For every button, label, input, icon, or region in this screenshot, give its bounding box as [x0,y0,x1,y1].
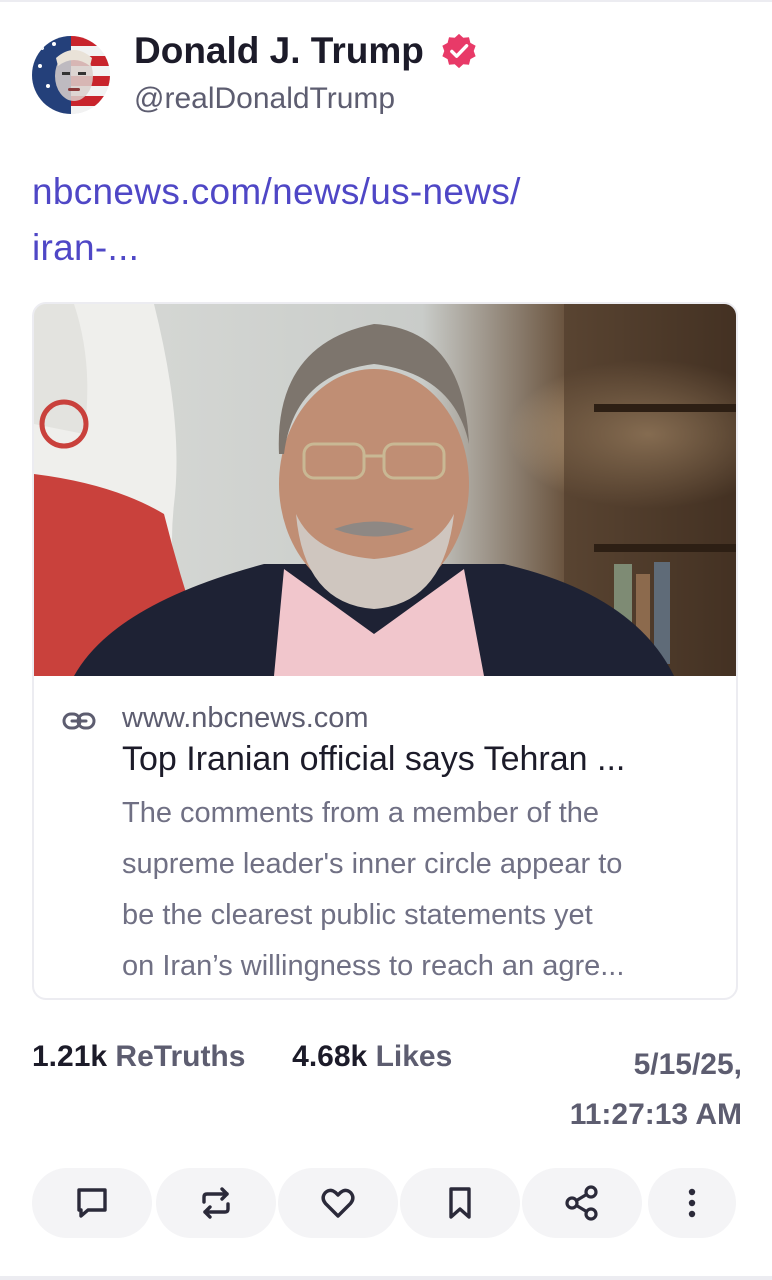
card-description-line: supreme leader's inner circle appear to [122,848,623,880]
card-description-line: on Iran’s willingness to reach an agre..… [122,950,625,982]
more-options-button[interactable] [648,1168,736,1238]
link-preview-card[interactable]: www.nbcnews.com Top Iranian official say… [32,302,738,1000]
post-link[interactable]: nbcnews.com/news/us-news/ iran-... [32,164,732,276]
post-link-line[interactable]: nbcnews.com/news/us-news/ [32,164,732,220]
verified-badge-icon [440,32,478,70]
card-description-line: The comments from a member of the [122,797,600,829]
timestamp-date: 5/15/25, [633,1048,742,1081]
author-handle[interactable]: @realDonaldTrump [134,82,395,116]
card-description: The comments from a member of the suprem… [122,788,718,992]
retruths-label[interactable]: ReTruths [115,1040,245,1073]
bookmark-icon [449,1187,471,1219]
author-display-name[interactable]: Donald J. Trump [134,30,424,72]
avatar-image [32,36,110,114]
heart-icon [321,1188,355,1218]
card-title: Top Iranian official says Tehran ... [122,740,626,778]
avatar[interactable] [32,36,110,114]
post-stats: 1.21k ReTruths 4.68k Likes [32,1040,452,1074]
retruths-count[interactable]: 1.21k [32,1040,107,1073]
like-button[interactable] [278,1168,398,1238]
bottom-divider [0,1276,772,1280]
likes-count[interactable]: 4.68k [292,1040,367,1073]
timestamp-time: 11:27:13 AM [569,1098,742,1131]
post-link-line[interactable]: iran-... [32,220,732,276]
more-vertical-icon [688,1188,696,1218]
article-thumbnail [34,304,736,676]
likes-label[interactable]: Likes [376,1040,453,1073]
reply-button[interactable] [32,1168,152,1238]
bookmark-button[interactable] [400,1168,520,1238]
top-divider [0,0,772,2]
link-icon [62,708,96,734]
repost-icon [202,1187,230,1219]
share-button[interactable] [522,1168,642,1238]
card-domain: www.nbcnews.com [122,702,369,734]
post-timestamp: 5/15/25, 11:27:13 AM [570,1040,742,1140]
card-description-line: be the clearest public statements yet [122,899,593,931]
share-icon [565,1185,598,1221]
retruth-button[interactable] [156,1168,276,1238]
comment-icon [77,1188,107,1218]
